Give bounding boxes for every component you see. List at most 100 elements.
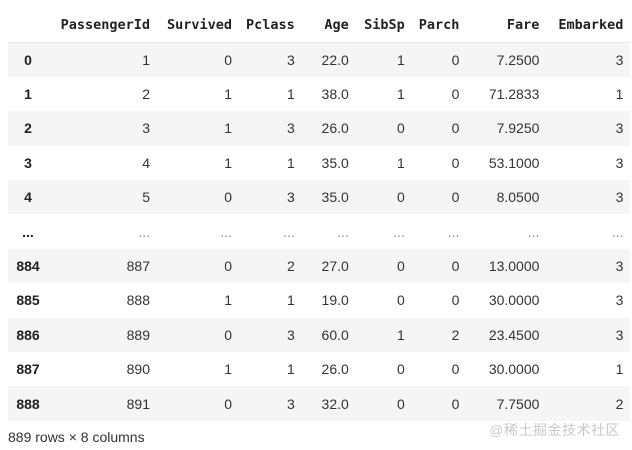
column-header-parch: Parch xyxy=(411,8,467,43)
table-cell: 890 xyxy=(126,361,150,378)
row-index: 888 xyxy=(16,395,40,412)
table-cell: 32.0 xyxy=(321,395,349,412)
column-header-fare: Fare xyxy=(466,8,547,43)
row-index: 3 xyxy=(24,154,32,171)
table-cell: 35.0 xyxy=(321,189,349,206)
table-cell: 3 xyxy=(615,258,624,275)
table-cell: 3 xyxy=(615,189,624,206)
table-cell: ... xyxy=(283,223,295,240)
row-index: 884 xyxy=(16,258,40,275)
table-cell: 3 xyxy=(615,120,624,137)
column-header-age: Age xyxy=(301,8,356,43)
table-cell: 0 xyxy=(451,189,460,206)
table-cell: 0 xyxy=(224,189,232,206)
table-cell: ... xyxy=(393,223,405,240)
table-cell: 1 xyxy=(224,361,232,378)
table-cell: 2 xyxy=(451,326,460,343)
table-cell: 30.0000 xyxy=(488,361,540,378)
table-body: 0 1 0 3 22.0 1 0 7.2500 3 1 2 1 1 38.0 1 0 71.2833 1 2 3 1 3 2… xyxy=(8,42,631,421)
dataframe-shape: 889 rows × 8 columns xyxy=(8,429,145,445)
table-cell: 889 xyxy=(126,326,150,343)
table-cell: 3 xyxy=(615,326,624,343)
table-cell: 19.0 xyxy=(321,292,349,309)
table-cell: 26.0 xyxy=(321,120,349,137)
dataframe-output: PassengerId Survived Pclass Age SibSp Pa… xyxy=(8,8,631,421)
table-cell: 888 xyxy=(126,292,150,309)
table-cell: 0 xyxy=(451,120,460,137)
table-cell: 0 xyxy=(224,51,232,68)
table-cell: 5 xyxy=(142,189,150,206)
table-row: 885 888 1 1 19.0 0 0 30.0000 3 xyxy=(8,283,630,317)
column-header-survived: Survived xyxy=(157,8,239,43)
table-cell: ... xyxy=(337,223,349,240)
table-row: 2 3 1 3 26.0 0 0 7.9250 3 xyxy=(8,111,631,146)
table-cell: 0 xyxy=(451,292,460,309)
table-cell: 0 xyxy=(224,326,232,343)
table-row: 886 889 0 3 60.0 1 2 23.4500 3 xyxy=(8,317,631,353)
table-cell: 23.4500 xyxy=(488,326,540,343)
table-row: 887 890 1 1 26.0 0 0 30.0000 1 xyxy=(8,352,630,386)
table-cell: 0 xyxy=(396,292,405,309)
table-cell: 0 xyxy=(396,258,405,275)
table-cell: 0 xyxy=(224,258,232,275)
table-cell: ... xyxy=(527,223,540,240)
table-row: ........................... xyxy=(8,214,630,248)
row-index: 0 xyxy=(24,51,32,68)
row-index: 2 xyxy=(24,120,32,137)
table-cell: ... xyxy=(611,223,624,240)
table-cell: 2 xyxy=(615,395,624,412)
table-row: 0 1 0 3 22.0 1 0 7.2500 3 xyxy=(8,42,631,77)
header-row: PassengerId Survived Pclass Age SibSp Pa… xyxy=(8,8,631,43)
table-cell: 0 xyxy=(451,51,460,68)
table-cell: 8.0500 xyxy=(496,189,540,206)
table-cell: 1 xyxy=(286,86,295,103)
table-cell: 13.0000 xyxy=(488,258,540,275)
table-cell: 3 xyxy=(286,120,295,137)
table-cell: 0 xyxy=(396,395,405,412)
table-cell: 7.9250 xyxy=(496,120,540,137)
table-cell: 891 xyxy=(126,395,150,412)
table-cell: 38.0 xyxy=(321,86,349,103)
table-cell: ... xyxy=(220,223,232,240)
table-cell: 0 xyxy=(451,361,460,378)
table-cell: ... xyxy=(138,223,150,240)
table-cell: 53.1000 xyxy=(488,154,540,171)
table-cell: 26.0 xyxy=(321,361,349,378)
table-cell: 1 xyxy=(286,292,295,309)
table-cell: 1 xyxy=(224,86,232,103)
row-index: ... xyxy=(22,223,34,240)
table-cell: 1 xyxy=(224,120,232,137)
table-cell: 22.0 xyxy=(321,51,349,68)
table-cell: 3 xyxy=(286,326,295,343)
column-header-embarked: Embarked xyxy=(546,8,631,43)
row-index: 4 xyxy=(24,189,32,206)
table-cell: 1 xyxy=(224,292,232,309)
table-cell: 60.0 xyxy=(321,326,349,343)
table-cell: 0 xyxy=(451,258,460,275)
row-index: 1 xyxy=(24,86,32,103)
table-cell: 1 xyxy=(615,361,624,378)
table-cell: 3 xyxy=(615,154,624,171)
table-cell: 1 xyxy=(615,86,624,103)
table-cell: 3 xyxy=(615,51,624,68)
table-cell: 1 xyxy=(142,51,150,68)
table-cell: 0 xyxy=(396,120,405,137)
table-row: 3 4 1 1 35.0 1 0 53.1000 3 xyxy=(8,146,630,180)
table-cell: 3 xyxy=(142,120,150,137)
index-header xyxy=(8,8,48,43)
table-row: 4 5 0 3 35.0 0 0 8.0500 3 xyxy=(8,180,631,215)
table-cell: 2 xyxy=(286,258,295,275)
table-cell: 7.2500 xyxy=(496,51,540,68)
column-header-passengerid: PassengerId xyxy=(48,8,157,43)
row-index: 886 xyxy=(16,326,40,343)
table-cell: 1 xyxy=(396,86,405,103)
dataframe-table: PassengerId Survived Pclass Age SibSp Pa… xyxy=(8,8,631,421)
table-cell: 0 xyxy=(451,395,460,412)
column-header-pclass: Pclass xyxy=(239,8,302,43)
row-index: 885 xyxy=(16,292,40,309)
table-cell: 0 xyxy=(451,86,460,103)
table-cell: 0 xyxy=(451,154,460,171)
table-cell: 27.0 xyxy=(321,258,349,275)
row-index: 887 xyxy=(16,361,40,378)
column-header-sibsp: SibSp xyxy=(355,8,412,43)
